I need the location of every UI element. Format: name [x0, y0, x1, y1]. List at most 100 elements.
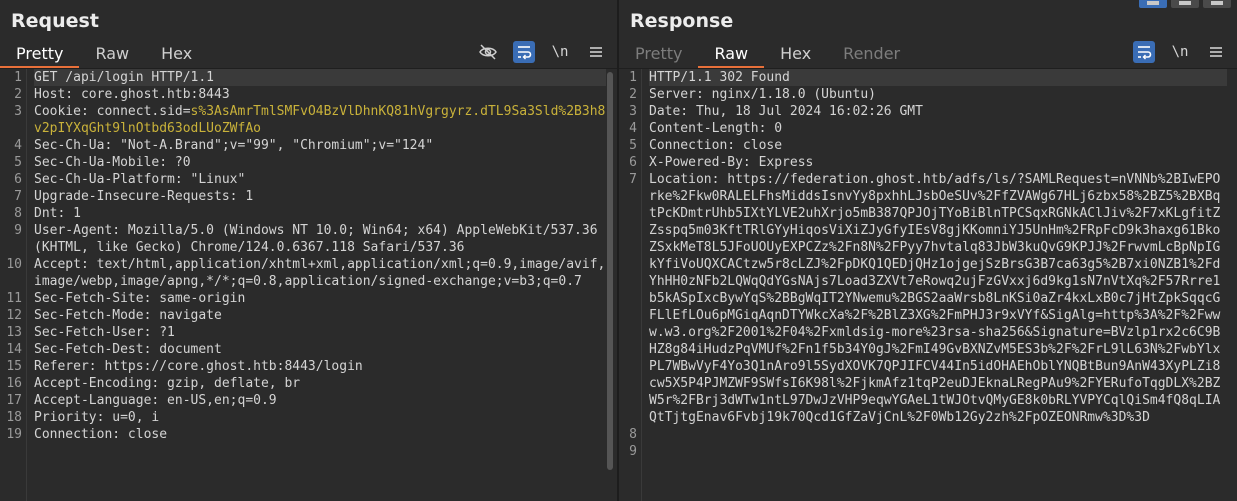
response-editor[interactable]: 1 HTTP/1.1 302 Found 2 Server: nginx/1.18.…: [619, 68, 1237, 501]
line-number: 11: [6, 291, 22, 306]
request-line-cookie: 3 Cookie: connect.sid=s%3AsAmrTmlSMFvO4Bz…: [0, 103, 617, 137]
tab-hex[interactable]: Hex: [764, 40, 827, 68]
tab-raw[interactable]: Raw: [79, 40, 145, 68]
response-pane: Response Pretty Raw Hex Render \n 1 HTTP/…: [619, 0, 1237, 501]
line-text: Connection: close: [649, 138, 783, 153]
line-text: Referer: https://core.ghost.htb:8443/log…: [34, 359, 363, 374]
menu-icon[interactable]: [1205, 41, 1227, 63]
response-line: 8​: [619, 426, 1237, 443]
request-line: 11 Sec-Fetch-Site: same-origin: [0, 290, 617, 307]
request-toolbar: \n: [477, 40, 607, 64]
line-number: 5: [14, 155, 22, 170]
line-number: 16: [6, 376, 22, 391]
request-tabs: Pretty Raw Hex: [0, 40, 208, 69]
response-title: Response: [630, 10, 734, 32]
line-number: 6: [629, 155, 637, 170]
line-number: 14: [6, 342, 22, 357]
line-text: Priority: u=0, i: [34, 410, 160, 425]
line-text: Accept-Language: en-US,en;q=0.9: [34, 393, 277, 408]
response-line: 6 X-Powered-By: Express: [619, 154, 1237, 171]
tab-pretty[interactable]: Pretty: [0, 40, 80, 69]
response-line: 4 Content-Length: 0: [619, 120, 1237, 137]
tab-render[interactable]: Render: [827, 40, 916, 68]
request-editor[interactable]: 1 GET /api/login HTTP/1.1 2 Host: core.gho…: [0, 68, 617, 501]
layout-top-bottom-icon[interactable]: [1171, 0, 1199, 8]
request-line: 4 Sec-Ch-Ua: "Not-A.Brand";v="99", "Chrom…: [0, 137, 617, 154]
line-number: 2: [629, 87, 637, 102]
line-text: Accept: text/html,application/xhtml+xml,…: [34, 257, 606, 289]
line-number: 8: [14, 206, 22, 221]
line-number: 18: [6, 410, 22, 425]
cookie-name: connect.sid=: [96, 104, 191, 119]
line-text: Sec-Fetch-Mode: navigate: [34, 308, 222, 323]
response-line: 2 Server: nginx/1.18.0 (Ubuntu): [619, 86, 1237, 103]
request-line: 14 Sec-Fetch-Dest: document: [0, 341, 617, 358]
line-text: Server: nginx/1.18.0 (Ubuntu): [649, 87, 876, 102]
newline-toggle[interactable]: \n: [549, 41, 571, 63]
response-line: 3 Date: Thu, 18 Jul 2024 16:02:26 GMT: [619, 103, 1237, 120]
request-scrollbar[interactable]: [607, 72, 613, 470]
request-line: 15 Referer: https://core.ghost.htb:8443/l…: [0, 358, 617, 375]
line-number: 9: [629, 444, 637, 459]
line-number: 12: [6, 308, 22, 323]
line-text: Location: https://federation.ghost.htb/a…: [649, 172, 1221, 425]
line-number: 15: [6, 359, 22, 374]
line-number: 3: [629, 104, 637, 119]
layout-controls: [1139, 0, 1231, 8]
line-text: ​: [649, 443, 1227, 460]
word-wrap-icon[interactable]: [1133, 41, 1155, 63]
request-line: 16 Accept-Encoding: gzip, deflate, br: [0, 375, 617, 392]
request-line: 1 GET /api/login HTTP/1.1: [0, 69, 617, 86]
hide-nonprintable-icon[interactable]: [477, 41, 499, 63]
line-text: X-Powered-By: Express: [649, 155, 814, 170]
line-number: 2: [14, 87, 22, 102]
line-text: Sec-Ch-Ua-Platform: "Linux": [34, 172, 246, 187]
request-line: 17 Accept-Language: en-US,en;q=0.9: [0, 392, 617, 409]
line-number: 19: [6, 427, 22, 442]
request-line: 12 Sec-Fetch-Mode: navigate: [0, 307, 617, 324]
newline-toggle[interactable]: \n: [1169, 41, 1191, 63]
response-line-location: 7 Location: https://federation.ghost.htb/…: [619, 171, 1237, 426]
line-text: Sec-Fetch-Dest: document: [34, 342, 222, 357]
line-number: 7: [629, 172, 637, 187]
line-text: Accept-Encoding: gzip, deflate, br: [34, 376, 301, 391]
line-number: 13: [6, 325, 22, 340]
line-text: Dnt: 1: [34, 206, 81, 221]
line-text: Date: Thu, 18 Jul 2024 16:02:26 GMT: [649, 104, 923, 119]
line-number: 6: [14, 172, 22, 187]
line-text: Sec-Ch-Ua-Mobile: ?0: [34, 155, 191, 170]
line-text: User-Agent: Mozilla/5.0 (Windows NT 10.0…: [34, 223, 606, 255]
request-line: 9 User-Agent: Mozilla/5.0 (Windows NT 10.…: [0, 222, 617, 256]
line-number: 1: [629, 70, 637, 85]
request-line: 13 Sec-Fetch-User: ?1: [0, 324, 617, 341]
request-line: 19 Connection: close: [0, 426, 617, 443]
layout-side-by-side-icon[interactable]: [1139, 0, 1167, 8]
line-number: 3: [14, 104, 22, 119]
line-text: Host: core.ghost.htb:8443: [34, 87, 230, 102]
line-text: Sec-Fetch-Site: same-origin: [34, 291, 246, 306]
request-line: 2 Host: core.ghost.htb:8443: [0, 86, 617, 103]
line-text: ​: [649, 426, 1227, 443]
request-line: 18 Priority: u=0, i: [0, 409, 617, 426]
response-toolbar: \n: [1133, 40, 1227, 64]
menu-icon[interactable]: [585, 41, 607, 63]
layout-tabs-icon[interactable]: [1203, 0, 1231, 8]
request-line: 10 Accept: text/html,application/xhtml+xm…: [0, 256, 617, 290]
line-text: Sec-Fetch-User: ?1: [34, 325, 175, 340]
tab-pretty[interactable]: Pretty: [619, 40, 698, 68]
tab-raw[interactable]: Raw: [698, 40, 764, 69]
request-line: 6 Sec-Ch-Ua-Platform: "Linux": [0, 171, 617, 188]
request-pane: Request Pretty Raw Hex \n 1 GET /api/logi…: [0, 0, 617, 501]
response-line: 1 HTTP/1.1 302 Found: [619, 69, 1237, 86]
line-text: Connection: close: [34, 427, 168, 442]
tab-hex[interactable]: Hex: [145, 40, 208, 68]
line-number: 4: [14, 138, 22, 153]
line-text: Content-Length: 0: [649, 121, 783, 136]
cookie-header-key: Cookie:: [34, 104, 97, 119]
request-line: 7 Upgrade-Insecure-Requests: 1: [0, 188, 617, 205]
response-line: 9​: [619, 443, 1237, 460]
line-number: 1: [14, 70, 22, 85]
word-wrap-icon[interactable]: [513, 41, 535, 63]
line-text: GET /api/login HTTP/1.1: [34, 69, 606, 86]
line-number: 4: [629, 121, 637, 136]
